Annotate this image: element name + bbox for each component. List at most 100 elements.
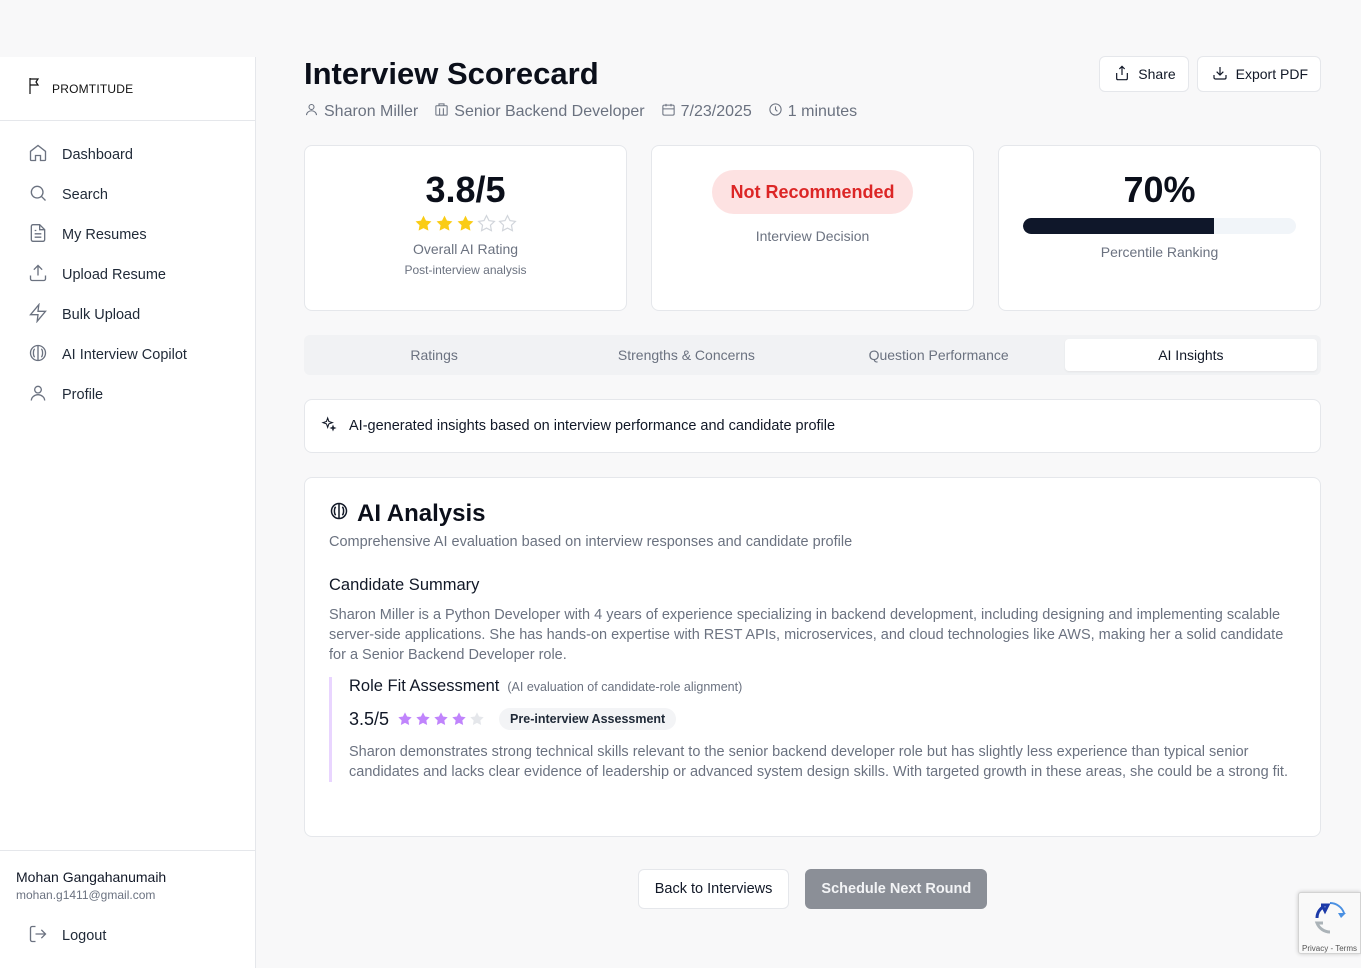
role-fit-assessment: Role Fit Assessment (AI evaluation of ca… (329, 677, 1296, 782)
sidebar-item-search[interactable]: Search (0, 175, 255, 215)
candidate-meta: Sharon Miller (304, 102, 418, 122)
role-fit-header: Role Fit Assessment (AI evaluation of ca… (349, 677, 1296, 696)
sidebar-item-bulk-upload[interactable]: Bulk Upload (0, 295, 255, 335)
role-fit-text: Sharon demonstrates strong technical ski… (349, 744, 1288, 780)
tab-ai-insights[interactable]: AI Insights (1064, 339, 1317, 371)
sidebar-nav: Dashboard Search My Resumes Upload Resum… (0, 121, 255, 415)
decision-card: Not Recommended Interview Decision (651, 145, 974, 311)
ai-analysis-heading: AI Analysis (329, 500, 1296, 528)
scorecard-tabs: Ratings Strengths & Concerns Question Pe… (304, 335, 1321, 375)
percentile-progress-fill (1023, 218, 1215, 234)
overall-rating-sub: Post-interview analysis (404, 263, 527, 277)
star-empty-icon (469, 711, 485, 727)
percentile-label: Percentile Ranking (1100, 244, 1219, 260)
logout-icon (28, 924, 48, 948)
decision-badge: Not Recommended (712, 170, 913, 214)
flag-icon (28, 77, 42, 100)
user-icon (28, 383, 48, 407)
star-empty-icon (477, 214, 496, 233)
role-fit-title: Role Fit Assessment (349, 677, 500, 695)
star-empty-icon (498, 214, 517, 233)
sidebar-item-label: Dashboard (62, 147, 133, 163)
sidebar: PROMTITUDE Dashboard Search My Resumes U… (0, 57, 256, 968)
ai-analysis-description: Comprehensive AI evaluation based on int… (329, 534, 853, 550)
brain-icon (329, 500, 349, 528)
sidebar-item-label: AI Interview Copilot (62, 347, 187, 363)
sidebar-item-label: Profile (62, 387, 104, 403)
export-pdf-button[interactable]: Export PDF (1196, 56, 1321, 92)
role-name: Senior Backend Developer (454, 103, 645, 120)
ai-analysis-title: AI Analysis (357, 500, 486, 527)
ai-analysis-card: AI Analysis Comprehensive AI evaluation … (304, 477, 1321, 837)
role-fit-stars (397, 711, 485, 727)
brain-icon (28, 343, 48, 367)
tab-ratings[interactable]: Ratings (308, 339, 560, 371)
star-filled-icon (451, 711, 467, 727)
role-fit-note: (AI evaluation of candidate-role alignme… (507, 680, 743, 694)
star-filled-icon (414, 214, 433, 233)
tab-strengths-concerns[interactable]: Strengths & Concerns (560, 339, 812, 371)
candidate-summary-text: Sharon Miller is a Python Developer with… (329, 607, 1284, 663)
recaptcha-links: Privacy - Terms (1302, 944, 1357, 953)
clock-icon (768, 102, 783, 122)
bottom-actions: Back to Interviews Schedule Next Round (304, 869, 1321, 909)
interview-date: 7/23/2025 (680, 103, 752, 120)
sidebar-item-profile[interactable]: Profile (0, 375, 255, 415)
decision-label: Interview Decision (755, 228, 870, 244)
recaptcha-badge[interactable]: Privacy - Terms (1298, 892, 1361, 954)
sparkles-icon (321, 416, 337, 436)
summary-cards: 3.8/5 Overall AI Rating Post-interview a… (304, 145, 1321, 311)
recaptcha-logo-icon (1313, 893, 1347, 940)
star-filled-icon (435, 214, 454, 233)
rating-card: 3.8/5 Overall AI Rating Post-interview a… (304, 145, 627, 311)
sidebar-item-upload-resume[interactable]: Upload Resume (0, 255, 255, 295)
back-to-interviews-button[interactable]: Back to Interviews (637, 869, 790, 909)
sidebar-item-label: Upload Resume (62, 267, 166, 283)
search-icon (28, 183, 48, 207)
zap-icon (28, 302, 48, 327)
calendar-icon (661, 102, 676, 122)
percentile-progress (1023, 218, 1296, 234)
header-actions: Share Export PDF (1099, 56, 1321, 92)
date-meta: 7/23/2025 (661, 102, 752, 122)
user-name: Mohan Gangahanumaih (16, 869, 167, 885)
star-filled-icon (433, 711, 449, 727)
role-fit-score-row: 3.5/5 Pre-interview Assessment (349, 708, 1296, 730)
notice-text: AI-generated insights based on interview… (349, 418, 836, 434)
upload-icon (28, 263, 48, 287)
duration-meta: 1 minutes (768, 102, 857, 122)
share-button[interactable]: Share (1099, 56, 1189, 92)
overall-rating-label: Overall AI Rating (412, 241, 519, 257)
star-filled-icon (415, 711, 431, 727)
share-label: Share (1138, 66, 1176, 82)
sidebar-item-label: My Resumes (62, 227, 147, 243)
role-meta: Senior Backend Developer (434, 102, 645, 122)
sidebar-item-my-resumes[interactable]: My Resumes (0, 215, 255, 255)
main-content: Interview Scorecard Sharon Miller Senior… (304, 56, 1321, 909)
export-label: Export PDF (1235, 66, 1308, 82)
logout-label: Logout (62, 928, 107, 944)
rating-stars (414, 214, 517, 233)
sidebar-item-label: Bulk Upload (62, 307, 141, 323)
brand-name: PROMTITUDE (52, 81, 134, 96)
ai-insights-notice: AI-generated insights based on interview… (304, 399, 1321, 453)
brand[interactable]: PROMTITUDE (0, 57, 255, 121)
pre-interview-badge: Pre-interview Assessment (499, 708, 677, 730)
candidate-name: Sharon Miller (324, 103, 419, 120)
sidebar-footer: Mohan Gangahanumaih mohan.g1411@gmail.co… (0, 850, 255, 968)
logout-button[interactable]: Logout (16, 924, 239, 948)
building-icon (434, 102, 449, 122)
sidebar-item-dashboard[interactable]: Dashboard (0, 135, 255, 175)
interview-meta: Sharon Miller Senior Backend Developer 7… (304, 102, 1321, 122)
star-filled-icon (397, 711, 413, 727)
user-email: mohan.g1411@gmail.com (16, 888, 156, 902)
overall-rating-value: 3.8/5 (425, 169, 506, 210)
home-icon (28, 143, 48, 167)
star-filled-icon (456, 214, 475, 233)
tab-question-performance[interactable]: Question Performance (813, 339, 1065, 371)
candidate-summary-heading: Candidate Summary (329, 576, 480, 594)
sidebar-item-ai-interview-copilot[interactable]: AI Interview Copilot (0, 335, 255, 375)
schedule-next-round-button[interactable]: Schedule Next Round (805, 869, 988, 909)
percentile-card: 70% Percentile Ranking (998, 145, 1321, 311)
user-icon (304, 102, 319, 122)
